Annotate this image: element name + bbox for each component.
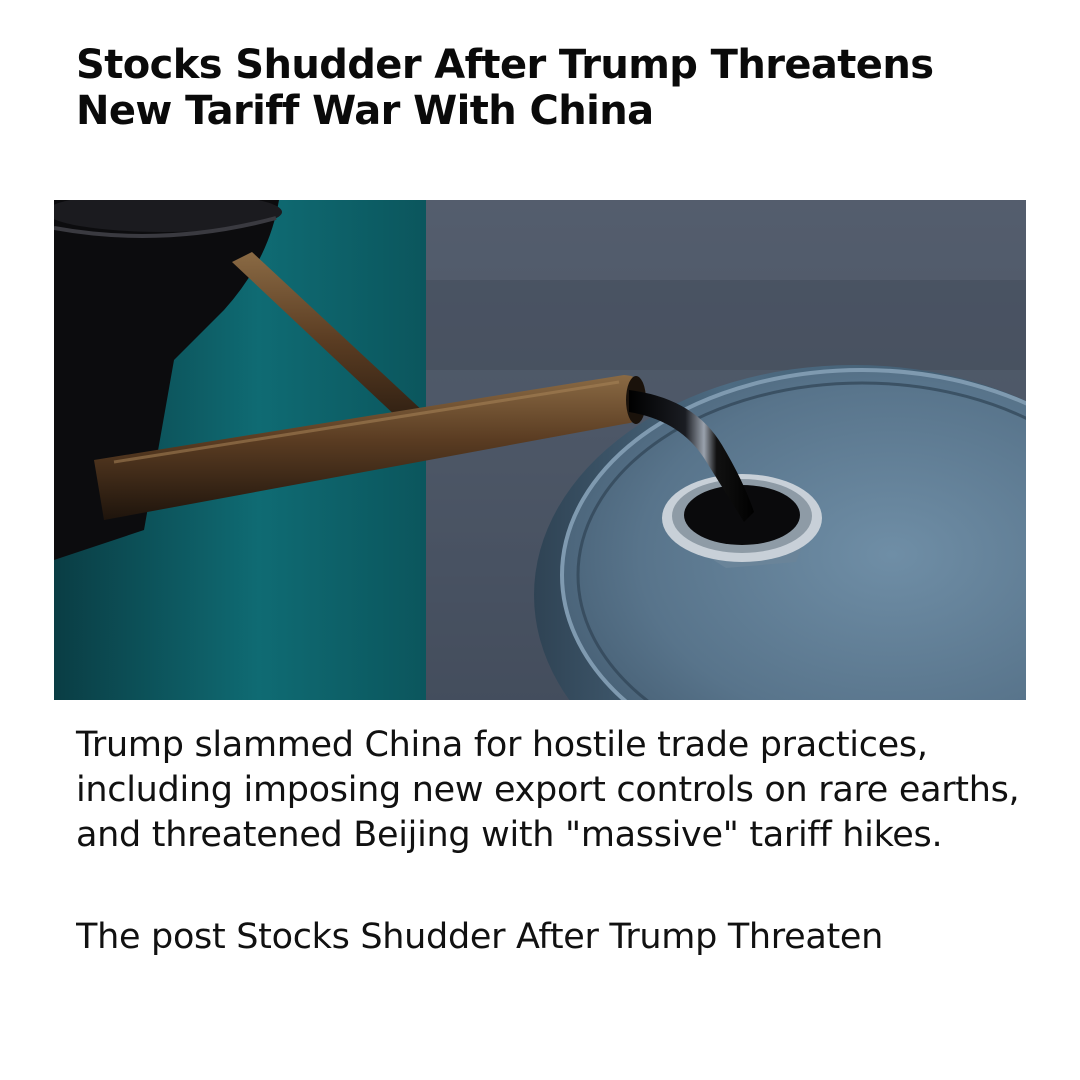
article-headline: Stocks Shudder After Trump Threatens New… <box>76 42 934 134</box>
article-summary: Trump slammed China for hostile trade pr… <box>76 725 1020 855</box>
article-photo <box>54 200 1026 700</box>
oil-barrel-illustration <box>54 200 1026 700</box>
article-source-line: The post Stocks Shudder After Trump Thre… <box>76 917 884 957</box>
